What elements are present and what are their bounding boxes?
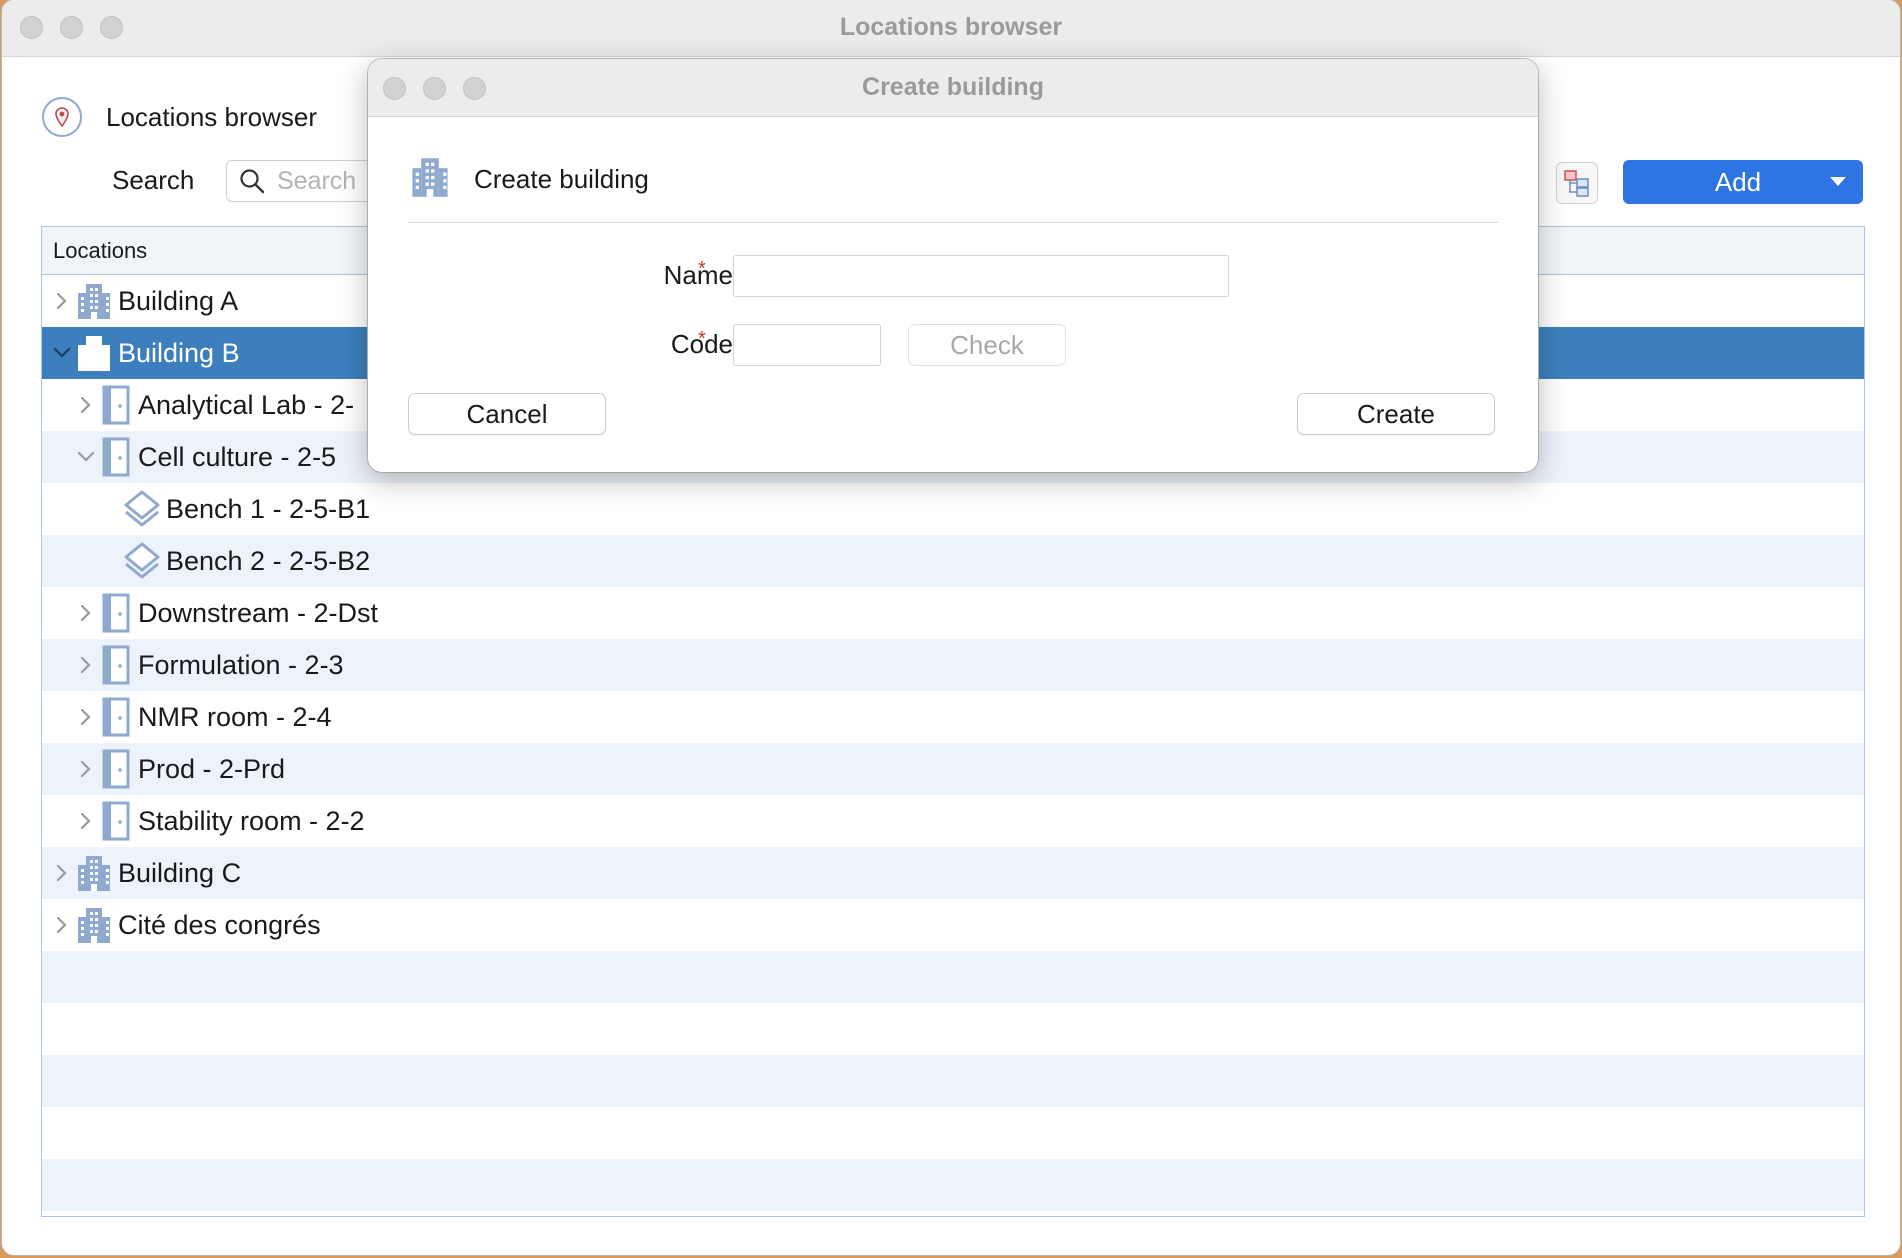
create-button[interactable]: Create xyxy=(1297,393,1495,435)
tree-row[interactable]: Building C xyxy=(42,847,1864,899)
tree-row-label: Cité des congrés xyxy=(118,909,321,940)
code-label: Code xyxy=(670,329,733,359)
dialog-heading: Create building xyxy=(474,164,649,194)
code-field[interactable] xyxy=(733,324,881,366)
room-door-icon xyxy=(98,748,134,790)
add-button[interactable]: Add xyxy=(1623,160,1863,204)
tree-row-label: Prod - 2-Prd xyxy=(138,753,286,784)
building-icon xyxy=(74,281,114,321)
tree-row-label: Formulation - 2-3 xyxy=(138,649,344,680)
tree-row-label: Cell culture - 2-5 xyxy=(138,441,337,472)
chevron-right-icon[interactable] xyxy=(74,396,98,414)
chevron-right-icon[interactable] xyxy=(50,916,74,934)
tree-empty-row xyxy=(42,1159,1864,1211)
tree-row-label: Bench 2 - 2-5-B2 xyxy=(166,545,371,576)
chevron-down-icon[interactable] xyxy=(74,451,98,463)
name-required-marker: * xyxy=(698,258,706,280)
tree-row[interactable]: Bench 1 - 2-5-B1 xyxy=(42,483,1864,535)
building-icon xyxy=(408,155,452,204)
tree-empty-row xyxy=(42,951,1864,1003)
chevron-right-icon[interactable] xyxy=(74,708,98,726)
building-icon xyxy=(74,853,114,893)
tree-empty-row xyxy=(42,1055,1864,1107)
tree-row[interactable]: NMR room - 2-4 xyxy=(42,691,1864,743)
building-icon xyxy=(74,905,114,945)
chevron-right-icon[interactable] xyxy=(74,760,98,778)
create-building-dialog: Create building Create building Name * C… xyxy=(368,59,1538,472)
tree-row-label: NMR room - 2-4 xyxy=(138,701,332,732)
dialog-header: Create building xyxy=(408,155,649,204)
tree-row[interactable]: Bench 2 - 2-5-B2 xyxy=(42,535,1864,587)
cancel-button[interactable]: Cancel xyxy=(408,393,606,435)
tree-row[interactable]: Formulation - 2-3 xyxy=(42,639,1864,691)
name-input[interactable] xyxy=(734,256,1228,296)
chevron-right-icon[interactable] xyxy=(74,656,98,674)
dialog-title-bar: Create building xyxy=(368,59,1538,117)
window-title: Locations browser xyxy=(839,13,1063,41)
tree-row-label: Building A xyxy=(118,285,239,316)
page-header: Locations browser xyxy=(42,97,317,137)
dialog-divider xyxy=(408,222,1498,223)
chevron-right-icon[interactable] xyxy=(74,812,98,830)
tree-row[interactable]: Stability room - 2-2 xyxy=(42,795,1864,847)
tree-row-label: Downstream - 2-Dst xyxy=(138,597,379,628)
code-input[interactable] xyxy=(734,325,880,365)
chevron-right-icon[interactable] xyxy=(50,292,74,310)
tree-row[interactable]: Downstream - 2-Dst xyxy=(42,587,1864,639)
room-door-icon xyxy=(98,696,134,738)
page-title: Locations browser xyxy=(106,101,317,132)
name-label: Name xyxy=(663,260,733,290)
check-button[interactable]: Check xyxy=(908,324,1066,366)
search-icon xyxy=(240,169,265,194)
location-pin-icon xyxy=(42,97,82,137)
tree-row[interactable]: Cité des congrés xyxy=(42,899,1864,951)
room-door-icon xyxy=(98,436,134,478)
room-door-icon xyxy=(98,592,134,634)
chevron-right-icon[interactable] xyxy=(50,864,74,882)
chevron-down-icon[interactable] xyxy=(50,347,74,359)
tree-row-label: Building B xyxy=(118,337,240,368)
add-button-label: Add xyxy=(1714,166,1762,197)
bench-layers-icon xyxy=(122,488,162,530)
tree-row-label: Analytical Lab - 2- xyxy=(138,389,355,420)
building-icon xyxy=(74,333,114,373)
search-label: Search xyxy=(112,165,195,195)
room-door-icon xyxy=(98,800,134,842)
room-door-icon xyxy=(98,644,134,686)
tree-empty-row xyxy=(42,1107,1864,1159)
tree-view-button[interactable] xyxy=(1556,162,1598,204)
tree-row-label: Bench 1 - 2-5-B1 xyxy=(166,493,371,524)
title-bar: Locations browser xyxy=(2,0,1900,57)
room-door-icon xyxy=(98,384,134,426)
code-required-marker: * xyxy=(698,328,706,350)
tree-empty-row xyxy=(42,1003,1864,1055)
add-dropdown-arrow-icon[interactable] xyxy=(1813,176,1863,188)
name-field[interactable] xyxy=(733,255,1229,297)
dialog-window-title: Create building xyxy=(862,73,1044,101)
bench-layers-icon xyxy=(122,540,162,582)
chevron-right-icon[interactable] xyxy=(74,604,98,622)
tree-row-label: Building C xyxy=(118,857,242,888)
hierarchy-icon xyxy=(1564,170,1589,197)
tree-row-label: Stability room - 2-2 xyxy=(138,805,365,836)
tree-row[interactable]: Prod - 2-Prd xyxy=(42,743,1864,795)
